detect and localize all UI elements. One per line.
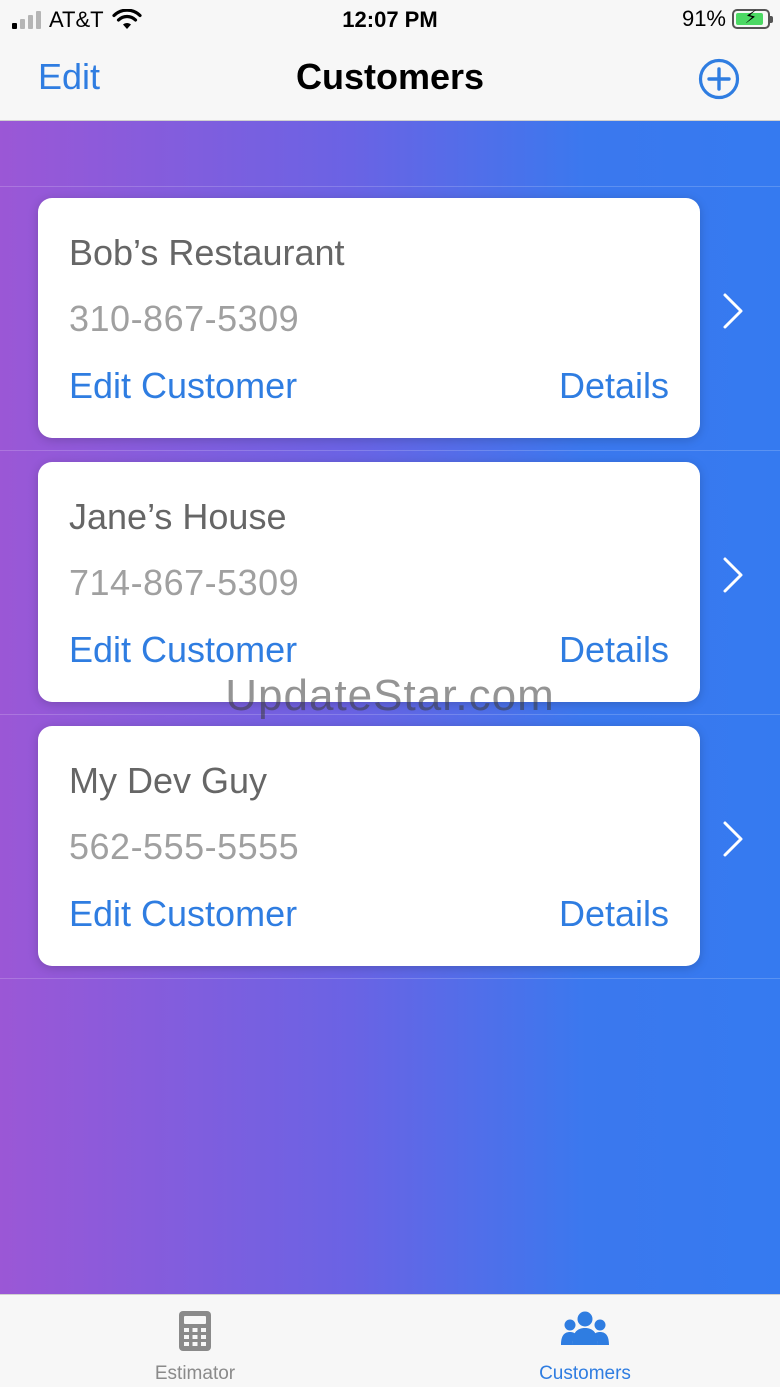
navigation-bar: Edit Customers [0,40,780,121]
customer-name: Jane’s House [69,496,287,537]
details-button[interactable]: Details [559,365,669,407]
tab-label: Estimator [154,1363,236,1384]
battery-cap [770,16,773,23]
details-button[interactable]: Details [559,893,669,935]
tab-estimator[interactable]: Estimator [0,1295,390,1387]
plus-circle-icon[interactable] [698,58,740,100]
chevron-right-icon[interactable] [720,555,746,595]
details-button[interactable]: Details [559,629,669,671]
people-icon [561,1311,609,1345]
list-item[interactable]: My Dev Guy 562-555-5555 Edit Customer De… [0,714,780,979]
charging-bolt-icon: ⚡ [744,7,758,27]
status-time: 12:07 PM [342,7,438,32]
tab-bar: Estimator Customers [0,1294,780,1387]
customer-list: Bob’s Restaurant 310-867-5309 Edit Custo… [0,121,780,1294]
customer-phone: 562-555-5555 [69,826,300,867]
battery-percent: 91% [681,6,726,31]
battery-icon: ⚡ [732,7,773,29]
page-title: Customers [295,56,485,97]
customer-card: My Dev Guy 562-555-5555 Edit Customer De… [38,726,700,966]
list-divider [0,978,780,980]
customer-name: My Dev Guy [69,760,268,801]
calculator-icon [179,1311,211,1351]
tab-customers[interactable]: Customers [390,1295,780,1387]
chevron-right-icon[interactable] [720,291,746,331]
edit-customer-button[interactable]: Edit Customer [69,893,297,935]
tab-label: Customers [539,1363,631,1384]
customer-name: Bob’s Restaurant [69,232,345,273]
edit-customer-button[interactable]: Edit Customer [69,365,297,407]
status-bar: AT&T 12:07 PM 91% ⚡ [0,0,780,40]
status-right: 91% ⚡ [681,6,773,32]
watermark: UpdateStar.com [225,671,555,720]
customer-phone: 310-867-5309 [69,298,300,339]
customer-card: Jane’s House 714-867-5309 Edit Customer … [38,462,700,702]
chevron-right-icon[interactable] [720,819,746,859]
list-item[interactable]: Bob’s Restaurant 310-867-5309 Edit Custo… [0,186,780,451]
customer-card: Bob’s Restaurant 310-867-5309 Edit Custo… [38,198,700,438]
customer-phone: 714-867-5309 [69,562,300,603]
edit-customer-button[interactable]: Edit Customer [69,629,297,671]
